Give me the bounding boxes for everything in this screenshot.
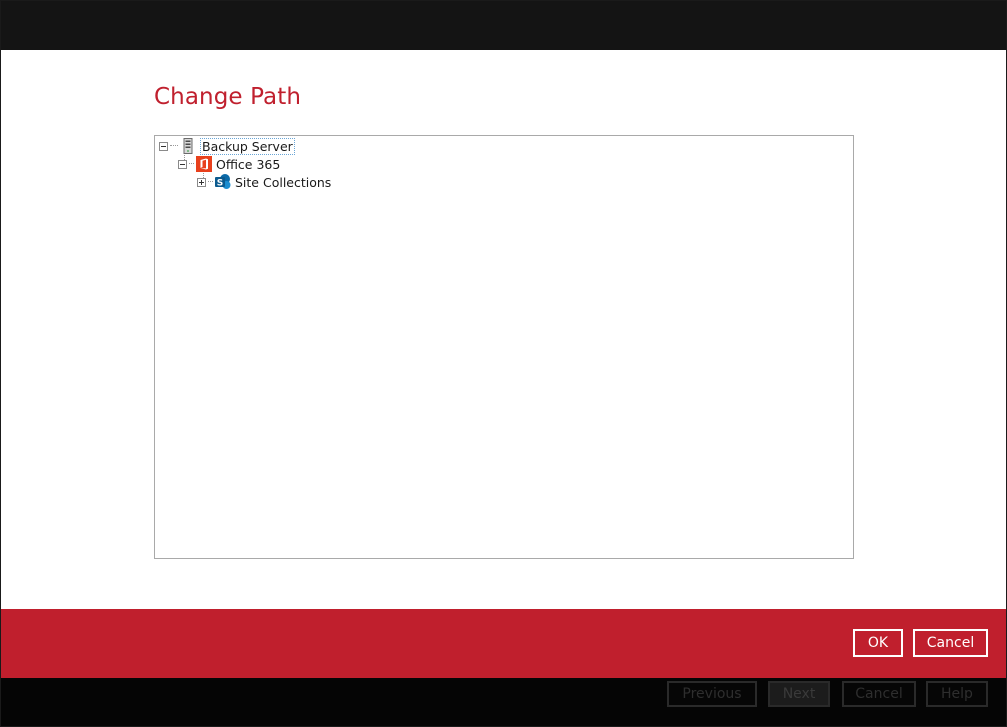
previous-button: Previous [667,681,757,707]
next-button: Next [768,681,830,707]
tree-connector [170,145,178,147]
svg-text:S: S [217,179,223,189]
collapse-toggle[interactable] [159,141,168,151]
title-bar [1,1,1006,50]
tree-node-backup-server[interactable]: Backup Server [159,137,295,155]
server-icon [180,138,196,154]
wizard-cancel-button: Cancel [842,681,916,707]
tree-node-label[interactable]: Site Collections [235,175,331,190]
tree-connector [208,181,213,183]
collapse-toggle[interactable] [178,159,187,169]
dialog-title: Change Path [154,84,301,110]
help-button: Help [926,681,988,707]
ok-button[interactable]: OK [853,629,903,657]
tree-node-label[interactable]: Office 365 [216,157,280,172]
tree-connector [189,163,194,165]
tree-node-office-365[interactable]: Office 365 [178,155,280,173]
tree-node-label[interactable]: Backup Server [200,137,295,155]
path-tree-panel[interactable]: Backup Server Office 365 S Site Collecti… [154,135,854,559]
tree-node-site-collections[interactable]: S Site Collections [197,173,331,191]
office365-icon [196,156,212,172]
cancel-button[interactable]: Cancel [913,629,988,657]
sharepoint-icon: S [215,174,231,190]
expand-toggle[interactable] [197,177,206,187]
